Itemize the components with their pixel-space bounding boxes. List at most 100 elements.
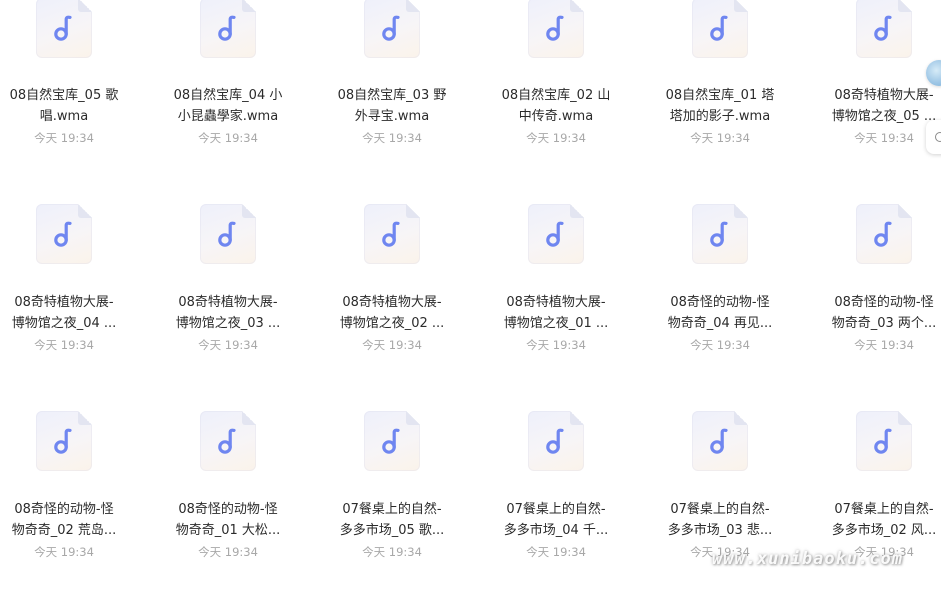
file-modified-time: 今天 19:34	[34, 545, 94, 559]
music-note-icon	[528, 411, 584, 471]
file-modified-time: 今天 19:34	[854, 545, 914, 559]
music-note-icon	[36, 204, 92, 264]
file-name-line: 08自然宝库_02 山	[501, 88, 611, 103]
file-name: 08奇怪的动物-怪 物奇奇_03 两个...	[802, 292, 941, 334]
music-note-icon	[692, 0, 748, 58]
music-note-icon	[200, 411, 256, 471]
file-item[interactable]: 08奇怪的动物-怪 物奇奇_02 荒岛... 今天 19:34	[0, 411, 146, 614]
file-item[interactable]: 08奇怪的动物-怪 物奇奇_03 两个... 今天 19:34	[802, 204, 941, 407]
file-name-line: 08奇怪的动物-怪	[670, 295, 770, 310]
file-modified-time: 今天 19:34	[526, 131, 586, 145]
file-item[interactable]: 08自然宝库_03 野外寻宝.wma 今天 19:34	[310, 0, 474, 200]
file-item[interactable]: 07餐桌上的自然- 多多市场_03 悲... 今天 19:34	[638, 411, 802, 614]
file-name-line: 物奇奇_01 大松...	[175, 523, 281, 538]
file-modified-time: 今天 19:34	[198, 338, 258, 352]
file-name: 08奇特植物大展- 博物馆之夜_02 ...	[310, 292, 474, 334]
file-modified-time: 今天 19:34	[690, 545, 750, 559]
file-item[interactable]: 08自然宝库_04 小小昆蟲學家.wma 今天 19:34	[146, 0, 310, 200]
file-name-line: 多多市场_04 千...	[503, 523, 609, 538]
file-modified-time: 今天 19:34	[34, 131, 94, 145]
side-panel-button[interactable]	[926, 120, 941, 154]
file-name-line: 多多市场_02 风...	[831, 523, 937, 538]
file-modified-time: 今天 19:34	[198, 545, 258, 559]
file-name-line: 08自然宝库_03 野	[337, 88, 447, 103]
file-item[interactable]: 08奇特植物大展- 博物馆之夜_04 ... 今天 19:34	[0, 204, 146, 407]
music-note-icon	[200, 204, 256, 264]
music-note-icon	[364, 0, 420, 58]
file-modified-time: 今天 19:34	[690, 338, 750, 352]
file-modified-time: 今天 19:34	[362, 131, 422, 145]
music-note-icon	[36, 0, 92, 58]
file-name-line: 08奇特植物大展-	[506, 295, 606, 310]
file-item[interactable]: 08奇特植物大展- 博物馆之夜_02 ... 今天 19:34	[310, 204, 474, 407]
file-name-line: 08奇特植物大展-	[178, 295, 278, 310]
file-modified-time: 今天 19:34	[34, 338, 94, 352]
file-modified-time: 今天 19:34	[362, 545, 422, 559]
file-name: 08奇特植物大展- 博物馆之夜_05 ...	[802, 85, 941, 127]
file-name: 08奇怪的动物-怪 物奇奇_04 再见...	[638, 292, 802, 334]
file-grid: 08自然宝库_05 歌唱.wma 今天 19:34 08自然宝库_04 小小昆蟲學家…	[0, 0, 941, 572]
file-item[interactable]: 07餐桌上的自然- 多多市场_04 千... 今天 19:34	[474, 411, 638, 614]
file-name: 07餐桌上的自然- 多多市场_02 风...	[802, 499, 941, 541]
file-name-line: 外寻宝.wma	[354, 109, 430, 124]
music-note-icon	[200, 0, 256, 58]
file-name-line: 唱.wma	[39, 109, 89, 124]
file-name: 08奇怪的动物-怪 物奇奇_02 荒岛...	[0, 499, 146, 541]
file-name-line: 08自然宝库_04 小	[173, 88, 283, 103]
file-name-line: 博物馆之夜_04 ...	[11, 316, 117, 331]
file-name: 08自然宝库_02 山中传奇.wma	[474, 85, 638, 127]
file-name-line: 08奇怪的动物-怪	[834, 295, 934, 310]
music-note-icon	[364, 411, 420, 471]
file-modified-time: 今天 19:34	[526, 338, 586, 352]
music-note-icon	[856, 204, 912, 264]
file-name-line: 07餐桌上的自然-	[342, 502, 442, 517]
file-item[interactable]: 08自然宝库_02 山中传奇.wma 今天 19:34	[474, 0, 638, 200]
music-note-icon	[528, 204, 584, 264]
file-name-line: 08奇特植物大展-	[342, 295, 442, 310]
file-name-line: 塔加的影子.wma	[669, 109, 771, 124]
file-item[interactable]: 08自然宝库_05 歌唱.wma 今天 19:34	[0, 0, 146, 200]
file-name: 08奇特植物大展- 博物馆之夜_01 ...	[474, 292, 638, 334]
file-name-line: 博物馆之夜_03 ...	[175, 316, 281, 331]
file-item[interactable]: 08奇怪的动物-怪 物奇奇_01 大松... 今天 19:34	[146, 411, 310, 614]
file-name: 08奇特植物大展- 博物馆之夜_04 ...	[0, 292, 146, 334]
file-item[interactable]: 08自然宝库_01 塔塔加的影子.wma 今天 19:34	[638, 0, 802, 200]
file-item[interactable]: 07餐桌上的自然- 多多市场_05 歌... 今天 19:34	[310, 411, 474, 614]
file-name-line: 08奇怪的动物-怪	[14, 502, 114, 517]
file-name-line: 博物馆之夜_02 ...	[339, 316, 445, 331]
file-name: 07餐桌上的自然- 多多市场_03 悲...	[638, 499, 802, 541]
music-note-icon	[692, 411, 748, 471]
file-name-line: 中传奇.wma	[518, 109, 594, 124]
file-item[interactable]: 08奇特植物大展- 博物馆之夜_03 ... 今天 19:34	[146, 204, 310, 407]
music-note-icon	[36, 411, 92, 471]
file-name-line: 多多市场_03 悲...	[667, 523, 773, 538]
music-note-icon	[856, 411, 912, 471]
file-item[interactable]: 08奇怪的动物-怪 物奇奇_04 再见... 今天 19:34	[638, 204, 802, 407]
file-modified-time: 今天 19:34	[690, 131, 750, 145]
file-name: 08奇特植物大展- 博物馆之夜_03 ...	[146, 292, 310, 334]
file-name-line: 07餐桌上的自然-	[670, 502, 770, 517]
file-name-line: 08自然宝库_05 歌	[9, 88, 119, 103]
file-name-line: 小昆蟲學家.wma	[177, 109, 279, 124]
file-name: 08自然宝库_05 歌唱.wma	[0, 85, 146, 127]
file-name-line: 多多市场_05 歌...	[339, 523, 445, 538]
file-name-line: 博物馆之夜_05 ...	[831, 109, 937, 124]
music-note-icon	[692, 204, 748, 264]
file-modified-time: 今天 19:34	[854, 131, 914, 145]
file-name-line: 07餐桌上的自然-	[506, 502, 606, 517]
file-name-line: 物奇奇_04 再见...	[667, 316, 773, 331]
music-note-icon	[364, 204, 420, 264]
file-name-line: 物奇奇_03 两个...	[831, 316, 937, 331]
file-name-line: 08自然宝库_01 塔	[665, 88, 775, 103]
file-modified-time: 今天 19:34	[198, 131, 258, 145]
file-name-line: 博物馆之夜_01 ...	[503, 316, 609, 331]
file-name: 07餐桌上的自然- 多多市场_05 歌...	[310, 499, 474, 541]
file-name-line: 物奇奇_02 荒岛...	[11, 523, 117, 538]
file-name-line: 08奇特植物大展-	[14, 295, 114, 310]
file-name: 08奇怪的动物-怪 物奇奇_01 大松...	[146, 499, 310, 541]
file-item[interactable]: 07餐桌上的自然- 多多市场_02 风... 今天 19:34	[802, 411, 941, 614]
file-item[interactable]: 08奇特植物大展- 博物馆之夜_01 ... 今天 19:34	[474, 204, 638, 407]
file-name-line: 08奇特植物大展-	[834, 88, 934, 103]
file-item[interactable]: 08奇特植物大展- 博物馆之夜_05 ... 今天 19:34	[802, 0, 941, 200]
music-note-icon	[856, 0, 912, 58]
